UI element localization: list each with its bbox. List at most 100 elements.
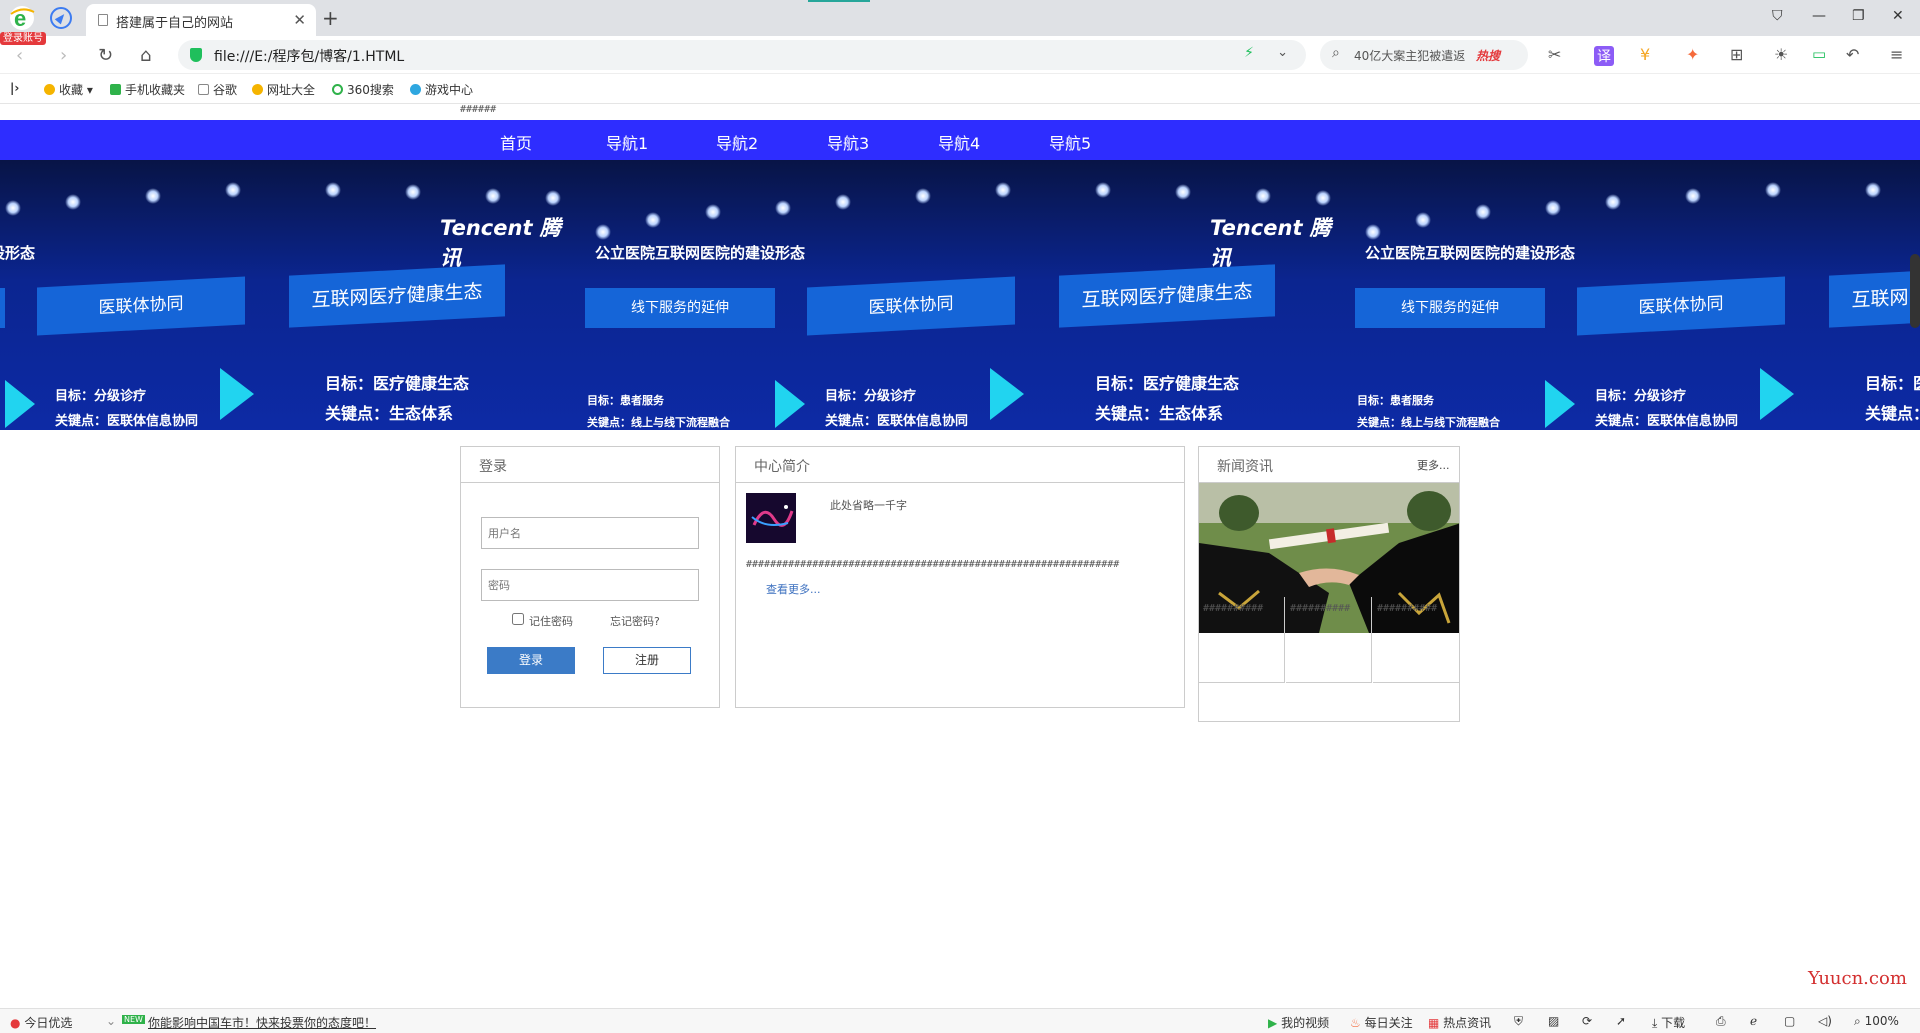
zoom[interactable]: ⌕ 100%	[1854, 1014, 1899, 1029]
star-icon	[44, 84, 55, 95]
refresh-icon[interactable]: ⟳	[1582, 1014, 1592, 1028]
intro-box-title: 中心简介	[754, 459, 810, 475]
password-input[interactable]	[482, 570, 698, 600]
active-tab[interactable]: 搭建属于自己的网站 ✕	[86, 4, 316, 36]
sound-icon[interactable]: ◁)	[1818, 1014, 1832, 1028]
news-icon: ▦	[1428, 1016, 1440, 1030]
login-button[interactable]: 登录	[487, 647, 575, 674]
stage-light	[405, 184, 421, 200]
bookmark-google[interactable]: 谷歌	[198, 81, 237, 98]
banner-box-eco: 互联网医疗健康生态	[289, 264, 505, 328]
minimize-icon[interactable]: —	[1812, 8, 1826, 24]
nav-2[interactable]: 导航2	[716, 130, 758, 154]
speed-bolt-icon[interactable]: ⚡	[1244, 45, 1254, 61]
nav-home[interactable]: 首页	[500, 130, 532, 154]
download[interactable]: ⤓ 下载	[1652, 1014, 1685, 1031]
main-navbar: 首页 导航1 导航2 导航3 导航4 导航5	[0, 120, 1920, 160]
back-icon[interactable]: ‹	[16, 45, 23, 66]
watermark: Yuucn.com	[1808, 968, 1907, 989]
news-item[interactable]: ##########	[1286, 597, 1372, 683]
intro-hashes: ########################################…	[746, 559, 1120, 570]
login-box-header: 登录	[461, 447, 719, 483]
banner-box-hospital: 公立医院互联网医院的建设形态	[0, 244, 35, 262]
nav-3[interactable]: 导航3	[827, 130, 869, 154]
address-url[interactable]: file:///E:/程序包/博客/1.HTML	[214, 46, 404, 66]
heart-icon: ●	[10, 1016, 21, 1030]
intro-more-link[interactable]: 查看更多...	[766, 581, 821, 597]
chevron-down-icon[interactable]: ⌄	[1277, 45, 1288, 60]
password-field[interactable]	[481, 569, 699, 601]
remember-checkbox[interactable]	[512, 613, 524, 625]
news-more-link[interactable]: 更多...	[1417, 457, 1450, 473]
username-field[interactable]	[481, 517, 699, 549]
today-picks[interactable]: ● 今日优选	[10, 1014, 72, 1031]
nav-4[interactable]: 导航4	[938, 130, 980, 154]
rocket-icon[interactable]: ➚	[1616, 1014, 1626, 1028]
tab-strip: e 登录账号 搭建属于自己的网站 ✕ + ⛉ — ❐ ✕	[0, 0, 1920, 45]
battery-icon[interactable]: ▭	[1812, 45, 1826, 63]
daily-focus[interactable]: ♨ 每日关注	[1350, 1014, 1413, 1031]
forgot-password-link[interactable]: 忘记密码?	[610, 613, 660, 629]
sidebar-toggle-icon[interactable]: |›	[10, 81, 19, 95]
bookmark-mobile[interactable]: 手机收藏夹	[110, 81, 185, 98]
undo-icon[interactable]: ↶	[1846, 45, 1859, 64]
compass-icon[interactable]	[50, 7, 72, 29]
coupon-icon[interactable]: ¥	[1640, 45, 1650, 64]
banner-goal-collab: 目标：分级诊疗	[825, 389, 917, 404]
address-bar[interactable]: file:///E:/程序包/博客/1.HTML ⚡ ⌄	[178, 40, 1306, 70]
home-icon[interactable]: ⌂	[140, 45, 151, 66]
game-icon[interactable]: ✦	[1686, 45, 1699, 64]
banner-arrow-icon	[1760, 368, 1794, 420]
banner-arrow-icon	[220, 368, 254, 420]
ie-icon[interactable]: ℯ	[1750, 1014, 1757, 1028]
banner-box-collab: 医联体协同	[807, 276, 1015, 336]
apps-grid-icon[interactable]: ⊞	[1730, 45, 1743, 64]
scrollbar[interactable]	[1910, 254, 1920, 328]
stage-light	[995, 182, 1011, 198]
hot-news[interactable]: ▦ 热点资讯	[1428, 1014, 1491, 1031]
window-icon[interactable]: ▢	[1784, 1014, 1795, 1028]
bookmark-favorites[interactable]: 收藏 ▾	[44, 81, 93, 98]
intro-box: 中心简介 此处省略一千字 ###########################…	[735, 446, 1185, 708]
banner-key-offline: 关键点：线上与线下流程融合	[1357, 416, 1500, 429]
brightness-icon[interactable]: ☀	[1774, 45, 1788, 64]
shirt-skin-icon[interactable]: ⛉	[1772, 8, 1783, 24]
nav-1[interactable]: 导航1	[606, 130, 648, 154]
search-text[interactable]: 40亿大案主犯被遣返	[1354, 47, 1474, 64]
my-video[interactable]: ▶ 我的视频	[1268, 1014, 1329, 1031]
login-account-tag[interactable]: 登录账号	[0, 32, 46, 45]
stage-light	[915, 188, 931, 204]
banner-arrow-icon	[5, 380, 35, 428]
remember-label: 记住密码	[529, 615, 573, 628]
bookmark-360search[interactable]: 360搜索	[332, 81, 394, 98]
close-window-icon[interactable]: ✕	[1892, 8, 1904, 24]
chevron-icon[interactable]: ⌄	[106, 1014, 116, 1028]
scissors-icon[interactable]: ✂	[1548, 45, 1561, 64]
translate-icon[interactable]: 译	[1594, 46, 1614, 66]
news-item-text: ##########	[1290, 603, 1351, 614]
menu-icon[interactable]: ≡	[1890, 45, 1903, 64]
username-input[interactable]	[482, 518, 698, 548]
zoom-value: 100%	[1864, 1014, 1899, 1028]
browser-logo-icon[interactable]: e	[8, 4, 36, 32]
image-icon[interactable]: ▨	[1548, 1014, 1559, 1028]
news-item[interactable]: ##########	[1199, 597, 1285, 683]
news-ticker[interactable]: 你能影响中国车市！快来投票你的态度吧！	[148, 1014, 376, 1031]
bookmark-games[interactable]: 游戏中心	[410, 81, 473, 98]
hot-search-label[interactable]: 热搜	[1476, 47, 1500, 64]
restore-icon[interactable]: ❐	[1852, 8, 1865, 24]
printer-icon[interactable]: ⎙	[1716, 1014, 1726, 1029]
search-box[interactable]: ⌕ 40亿大案主犯被遣返 热搜	[1320, 40, 1528, 70]
register-button[interactable]: 注册	[603, 647, 691, 674]
reload-icon[interactable]: ↻	[98, 45, 113, 66]
banner-arrow-icon	[1545, 380, 1575, 428]
nav-5[interactable]: 导航5	[1049, 130, 1091, 154]
bookmark-sites[interactable]: 网址大全	[252, 81, 315, 98]
stage-light	[65, 194, 81, 210]
close-tab-icon[interactable]: ✕	[293, 11, 306, 29]
news-item[interactable]: ##########	[1373, 597, 1459, 683]
phone-icon	[110, 84, 121, 95]
shield-icon[interactable]: ⛨	[1514, 1014, 1523, 1029]
forward-icon[interactable]: ›	[60, 45, 67, 66]
new-tab-icon[interactable]: +	[322, 6, 339, 30]
